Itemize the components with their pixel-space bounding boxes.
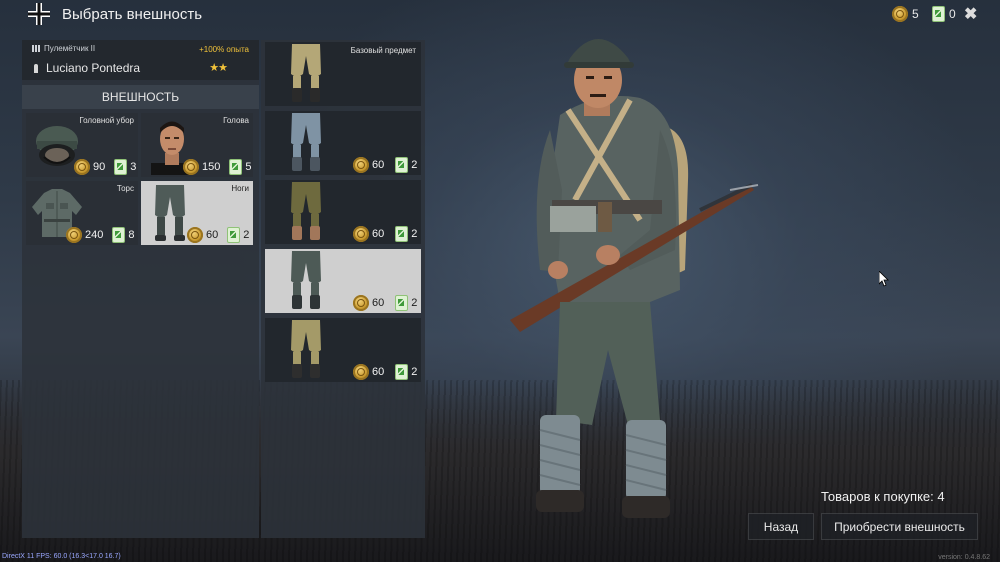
soldier-preview[interactable] (500, 20, 760, 562)
price-tickets: 3 (130, 161, 137, 173)
ticket-icon (395, 157, 409, 173)
soldier-name: Luciano Pontedra (46, 61, 141, 75)
trousers-icon (291, 182, 321, 240)
category-price: 150 5 (183, 159, 251, 175)
price-coins: 60 (206, 229, 219, 241)
coin-icon (183, 159, 199, 175)
price-tickets: 5 (245, 161, 252, 173)
coin-count: 5 (912, 7, 919, 21)
item-option[interactable]: 60 2 (265, 111, 421, 175)
soldier-class-label: Пулемётчик II (44, 44, 96, 53)
soldier-name-row: Luciano Pontedra (34, 61, 140, 75)
ticket-icon (227, 227, 241, 243)
item-price: 60 2 (353, 364, 417, 380)
price-tickets: 8 (128, 229, 135, 241)
category-head[interactable]: Голова 150 5 (141, 113, 253, 177)
category-price: 90 3 (74, 159, 136, 175)
price-tickets: 2 (243, 229, 250, 241)
price-coins: 150 (202, 161, 221, 173)
mouse-cursor-icon (879, 271, 889, 287)
item-label: Базовый предмет (350, 46, 416, 55)
price-tickets: 2 (411, 297, 418, 309)
trousers-icon (291, 113, 321, 171)
category-label: Голова (223, 116, 249, 125)
ticket-icon (114, 159, 128, 175)
price-tickets: 2 (411, 159, 418, 171)
ticket-count: 0 (949, 7, 956, 21)
price-coins: 60 (372, 159, 385, 171)
category-label: Ноги (231, 184, 249, 193)
soldier-stars: ★★ (209, 62, 228, 74)
ticket-icon (932, 6, 945, 22)
ticket-icon (395, 226, 409, 242)
category-label: Головной убор (79, 116, 134, 125)
coin-balance: 5 (892, 6, 919, 22)
coin-icon (187, 227, 203, 243)
price-coins: 60 (372, 228, 385, 240)
items-to-buy: Товаров к покупке: 4 (821, 489, 945, 504)
coin-icon (353, 157, 369, 173)
category-torso[interactable]: Торс 240 8 (26, 181, 138, 245)
ticket-icon (395, 364, 409, 380)
section-heading: ВНЕШНОСТЬ (22, 85, 259, 109)
rank-bars-icon (32, 45, 40, 52)
item-list-panel: Базовый предмет 60 2 60 2 60 2 60 2 (261, 40, 425, 538)
appearance-panel: Пулемётчик II +100% опыта Luciano Ponted… (22, 40, 259, 538)
price-tickets: 2 (411, 366, 418, 378)
item-price: 60 2 (353, 157, 417, 173)
ticket-icon (112, 227, 126, 243)
coin-icon (74, 159, 90, 175)
version-label: version: 0.4.8.62 (938, 554, 990, 561)
page-title: Выбрать внешность (62, 6, 203, 23)
price-coins: 90 (93, 161, 106, 173)
category-price: 60 2 (187, 227, 249, 243)
item-option-selected[interactable]: 60 2 (265, 249, 421, 313)
close-icon[interactable]: ✖ (964, 4, 977, 24)
category-headgear[interactable]: Головной убор 90 3 (26, 113, 138, 177)
soldier-class: Пулемётчик II (32, 44, 95, 53)
trousers-icon (155, 185, 185, 241)
ticket-icon (395, 295, 409, 311)
bullet-icon (34, 63, 38, 73)
xp-bonus: +100% опыта (199, 45, 249, 54)
price-coins: 60 (372, 366, 385, 378)
balkenkreuz-icon (28, 3, 50, 25)
price-coins: 60 (372, 297, 385, 309)
coin-icon (353, 295, 369, 311)
item-option[interactable]: 60 2 (265, 318, 421, 382)
ticket-icon (229, 159, 243, 175)
item-price: 60 2 (353, 226, 417, 242)
ticket-balance: 0 (932, 6, 956, 22)
item-option[interactable]: Базовый предмет (265, 42, 421, 106)
price-coins: 240 (85, 229, 104, 241)
category-price: 240 8 (66, 227, 134, 243)
item-price: 60 2 (353, 295, 417, 311)
coin-icon (353, 226, 369, 242)
coin-icon (66, 227, 82, 243)
item-option[interactable]: 60 2 (265, 180, 421, 244)
coin-icon (353, 364, 369, 380)
trousers-icon (291, 44, 321, 102)
back-button[interactable]: Назад (748, 513, 814, 540)
category-label: Торс (116, 184, 134, 193)
category-legs[interactable]: Ноги 60 2 (141, 181, 253, 245)
trousers-icon (291, 251, 321, 309)
soldier-header: Пулемётчик II +100% опыта Luciano Ponted… (22, 40, 259, 80)
trousers-icon (291, 320, 321, 378)
buy-appearance-button[interactable]: Приобрести внешность (821, 513, 978, 540)
price-tickets: 2 (411, 228, 418, 240)
fps-counter: DirectX 11 FPS: 60.0 (16.3<17.0 16.7) (2, 553, 121, 560)
coin-icon (892, 6, 908, 22)
